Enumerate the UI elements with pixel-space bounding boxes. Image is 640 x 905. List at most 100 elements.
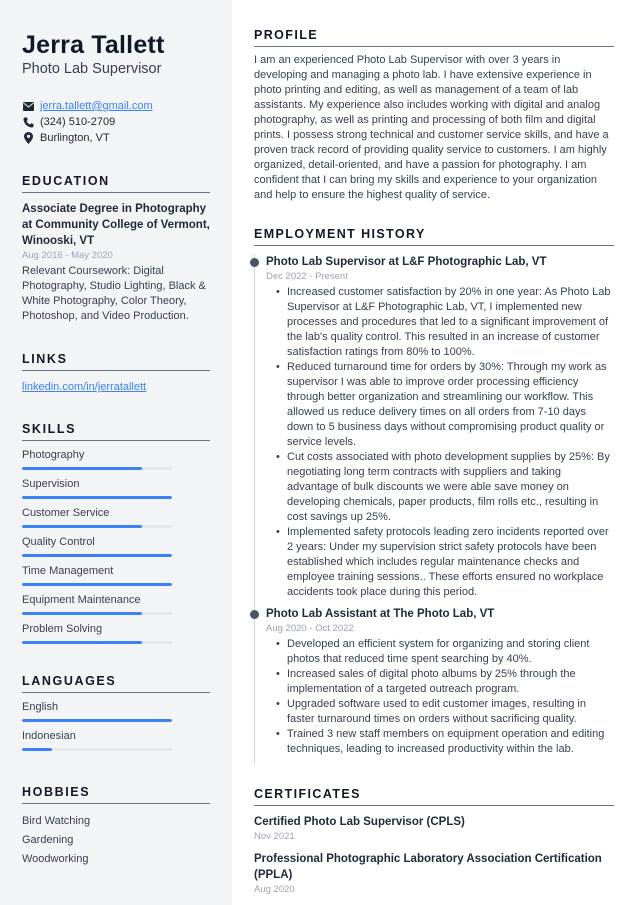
job-bullet: Increased sales of digital photo albums … — [266, 667, 614, 697]
links-heading: LINKS — [22, 352, 210, 371]
education-section: EDUCATION Associate Degree in Photograph… — [22, 174, 210, 324]
employment-section: EMPLOYMENT HISTORY Photo Lab Supervisor … — [250, 227, 614, 763]
skill-item: Photography — [22, 448, 210, 470]
education-heading: EDUCATION — [22, 174, 210, 193]
skill-item: Supervision — [22, 477, 210, 499]
phone-text: (324) 510-2709 — [40, 116, 116, 128]
language-item-level-bar — [22, 719, 172, 722]
main-content: PROFILE I am an experienced Photo Lab Su… — [250, 0, 614, 896]
languages-list: English Indonesian — [22, 700, 210, 751]
certificate-title: Professional Photographic Laboratory Ass… — [254, 853, 602, 881]
skill-item-label: Time Management — [22, 565, 114, 577]
language-item-level-fill — [22, 748, 52, 751]
phone-icon — [22, 116, 34, 128]
envelope-icon — [22, 100, 34, 112]
job-bullet: Developed an efficient system for organi… — [266, 637, 614, 667]
employment-heading: EMPLOYMENT HISTORY — [254, 227, 614, 246]
hobbies-list: Bird Watching Gardening Woodworking — [22, 812, 210, 869]
skill-item-level-fill — [22, 583, 172, 586]
skill-item-label: Equipment Maintenance — [22, 594, 141, 606]
candidate-name: Jerra Tallett — [22, 31, 165, 59]
job-dates: Dec 2022 - Present — [266, 271, 348, 282]
skills-list: Photography Supervision Customer Service Qu… — [22, 448, 210, 644]
job-bullet: Reduced turnaround time for orders by 30… — [266, 360, 614, 450]
job-entry: Photo Lab Assistant at The Photo Lab, VT… — [250, 606, 614, 763]
skill-item-label: Problem Solving — [22, 623, 103, 635]
certificate-date: Nov 2021 — [254, 831, 295, 842]
contact-list: jerra.tallett@gmail.com (324) 510-2709 B… — [22, 98, 210, 146]
hobby-item: Gardening — [22, 834, 74, 846]
skill-item: Equipment Maintenance — [22, 593, 210, 615]
timeline-dot-icon — [250, 258, 259, 267]
language-item: English — [22, 700, 210, 722]
skill-item-level-fill — [22, 467, 142, 470]
job-title: Photo Lab Assistant at The Photo Lab, VT — [266, 608, 495, 620]
skill-item: Quality Control — [22, 535, 210, 557]
skill-item-level-fill — [22, 554, 172, 557]
languages-heading: LANGUAGES — [22, 674, 210, 693]
hobbies-heading: HOBBIES — [22, 785, 210, 804]
contact-email: jerra.tallett@gmail.com — [22, 98, 210, 114]
certificate-date: Aug 2020 — [254, 884, 295, 895]
links-section: LINKS linkedin.com/in/jerratallett — [22, 352, 210, 394]
skills-heading: SKILLS — [22, 422, 210, 441]
language-item: Indonesian — [22, 729, 210, 751]
hobby-item: Woodworking — [22, 853, 89, 865]
hobby-item: Bird Watching — [22, 815, 91, 827]
skills-section: SKILLS Photography Supervision Customer Se… — [22, 422, 210, 644]
hobbies-section: HOBBIES Bird Watching Gardening Woodworkin… — [22, 785, 210, 869]
skill-item-level-bar — [22, 496, 172, 499]
employment-timeline: Photo Lab Supervisor at L&F Photographic… — [250, 254, 614, 763]
skill-item-level-fill — [22, 496, 172, 499]
education-degree: Associate Degree in Photography at Commu… — [22, 203, 210, 247]
language-item-label: Indonesian — [22, 730, 76, 742]
certificates-section: CERTIFICATES Certified Photo Lab Supervi… — [254, 787, 614, 896]
language-item-level-bar — [22, 748, 172, 751]
profile-section: PROFILE I am an experienced Photo Lab Su… — [254, 28, 614, 203]
job-dates: Aug 2020 - Oct 2022 — [266, 623, 354, 634]
skill-item-level-bar — [22, 641, 172, 644]
candidate-title: Photo Lab Supervisor — [22, 61, 162, 77]
sidebar: Jerra Tallett Photo Lab Supervisor jerra… — [0, 0, 232, 905]
skill-item-level-bar — [22, 583, 172, 586]
linkedin-link[interactable]: linkedin.com/in/jerratallett — [22, 380, 210, 394]
skill-item-level-bar — [22, 467, 172, 470]
skill-item-label: Quality Control — [22, 536, 95, 548]
email-link[interactable]: jerra.tallett@gmail.com — [40, 98, 153, 114]
certificates-list: Certified Photo Lab Supervisor (CPLS) Nov… — [254, 814, 614, 896]
location-text: Burlington, VT — [40, 132, 110, 144]
languages-section: LANGUAGES English Indonesian — [22, 674, 210, 751]
skill-item-level-fill — [22, 525, 142, 528]
job-bullet: Cut costs associated with photo developm… — [266, 450, 614, 525]
skill-item: Customer Service — [22, 506, 210, 528]
skill-item-level-fill — [22, 641, 142, 644]
job-bullet: Upgraded software used to edit customer … — [266, 697, 614, 727]
certificate-item: Professional Photographic Laboratory Ass… — [254, 851, 614, 896]
job-bullet: Implemented safety protocols leading zer… — [266, 525, 614, 600]
skill-item-level-fill — [22, 612, 142, 615]
certificates-heading: CERTIFICATES — [254, 787, 614, 806]
job-entry: Photo Lab Supervisor at L&F Photographic… — [250, 254, 614, 606]
skill-item-level-bar — [22, 525, 172, 528]
certificate-title: Certified Photo Lab Supervisor (CPLS) — [254, 816, 465, 828]
skill-item: Problem Solving — [22, 622, 210, 644]
language-item-level-fill — [22, 719, 172, 722]
skill-item-label: Photography — [22, 449, 85, 461]
job-title: Photo Lab Supervisor at L&F Photographic… — [266, 256, 547, 268]
language-item-label: English — [22, 701, 59, 713]
map-pin-icon — [22, 132, 34, 144]
education-dates: Aug 2016 - May 2020 — [22, 250, 113, 261]
job-bullet: Increased customer satisfaction by 20% i… — [266, 285, 614, 360]
contact-location: Burlington, VT — [22, 130, 210, 146]
certificate-item: Certified Photo Lab Supervisor (CPLS) Nov… — [254, 814, 614, 843]
timeline-dot-icon — [250, 610, 259, 619]
job-bullets: Increased customer satisfaction by 20% i… — [266, 285, 614, 600]
profile-text: I am an experienced Photo Lab Supervisor… — [254, 54, 609, 201]
education-description: Relevant Coursework: Digital Photography… — [22, 265, 206, 322]
job-bullet: Trained 3 new staff members on equipment… — [266, 727, 614, 757]
profile-heading: PROFILE — [254, 28, 614, 47]
job-bullets: Developed an efficient system for organi… — [266, 637, 614, 757]
contact-phone: (324) 510-2709 — [22, 114, 210, 130]
skill-item-label: Customer Service — [22, 507, 110, 519]
skill-item-level-bar — [22, 554, 172, 557]
